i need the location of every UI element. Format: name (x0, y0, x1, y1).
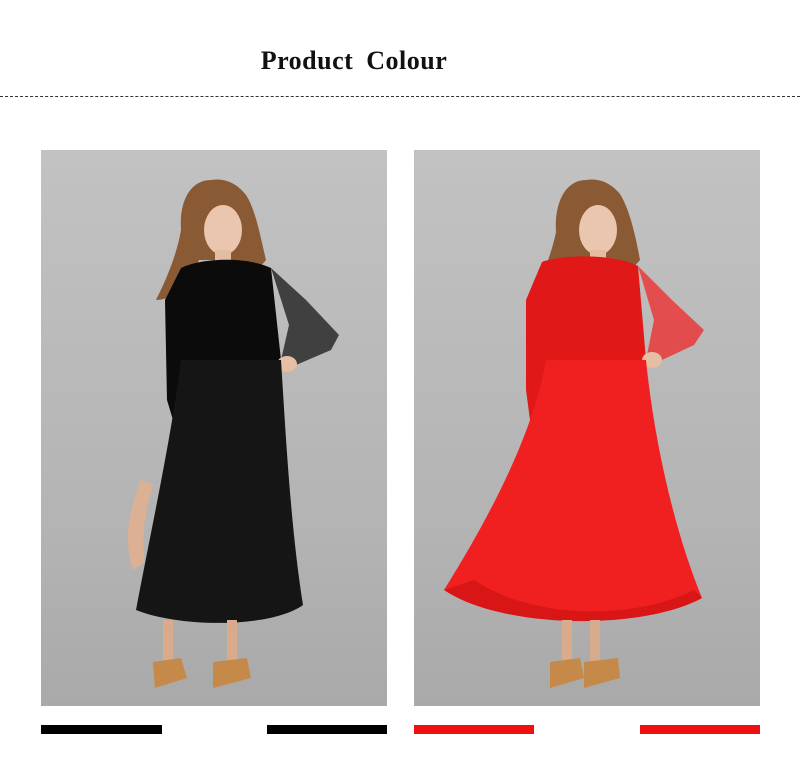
colour-swatch-red[interactable] (640, 725, 760, 734)
product-photo-red[interactable] (414, 150, 760, 706)
dress-bodice (542, 256, 646, 369)
product-photo-black[interactable] (41, 150, 387, 706)
colour-swatch-red[interactable] (414, 725, 534, 734)
colour-swatch-black[interactable] (267, 725, 387, 734)
dress-bodice (181, 259, 281, 372)
face-shape (579, 205, 617, 255)
face-shape (204, 205, 242, 255)
dashed-divider (0, 96, 800, 97)
black-dress-illustration (41, 150, 387, 706)
colour-swatch-black[interactable] (41, 725, 162, 734)
page-title: Product Colour (260, 46, 448, 75)
red-dress-illustration (414, 150, 760, 706)
